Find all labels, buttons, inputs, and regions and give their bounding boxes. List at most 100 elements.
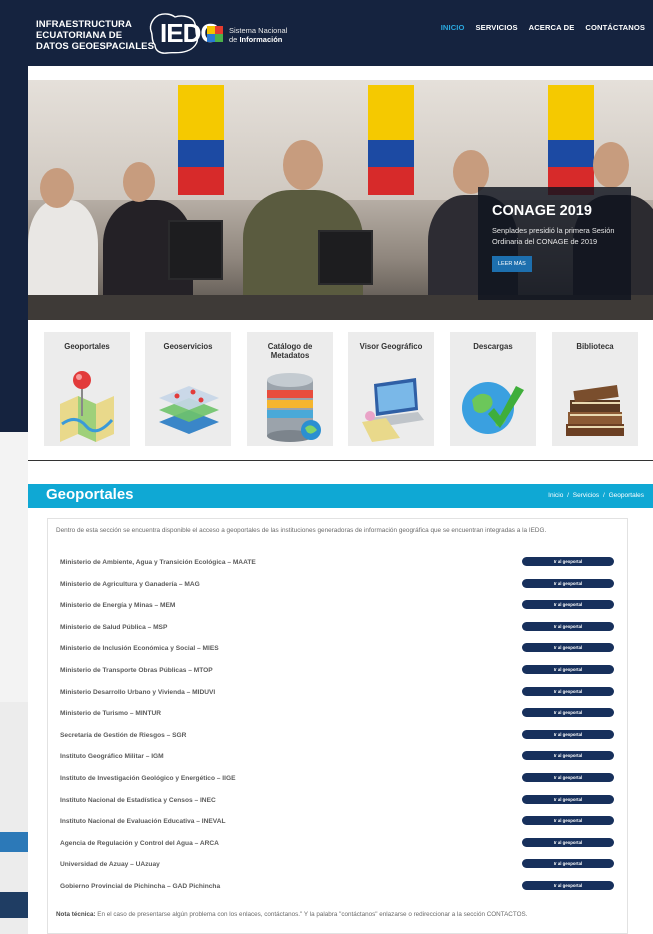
geoportales-panel: Dentro de esta sección se encuentra disp… <box>47 518 628 934</box>
breadcrumb: Inicio / Servicios / Geoportales <box>547 492 645 499</box>
go-to-geoportal-button[interactable]: Ir al geoportal <box>522 751 614 761</box>
breadcrumb-servicios[interactable]: Servicios <box>573 492 599 499</box>
go-to-geoportal-button[interactable]: Ir al geoportal <box>522 665 614 674</box>
logo-line: ECUATORIANA DE <box>36 30 123 41</box>
snl-cube-icon <box>207 26 223 42</box>
institution-name: Instituto Geográfico Militar – IGM <box>60 753 164 761</box>
institution-row: Secretaría de Gestión de Riesgos – SGR Ir… <box>60 729 616 742</box>
institution-name: Ministerio de Transporte Obras Públicas … <box>60 667 213 674</box>
institution-name: Agencia de Regulación y Control del Agua… <box>60 839 219 847</box>
tile-biblioteca[interactable]: Biblioteca <box>552 332 638 446</box>
institution-row: Ministerio de Agricultura y Ganadería – … <box>60 578 616 591</box>
go-to-geoportal-button[interactable]: Ir al geoportal <box>522 837 614 847</box>
go-to-geoportal-button[interactable]: Ir al geoportal <box>522 881 614 890</box>
tile-catalogo-metadatos[interactable]: Catálogo de Metadatos <box>247 332 333 446</box>
go-to-geoportal-button[interactable]: Ir al geoportal <box>522 859 614 869</box>
go-to-geoportal-button[interactable]: Ir al geoportal <box>522 729 614 739</box>
hero-caption: CONAGE 2019 Senplades presidió la primer… <box>478 187 631 300</box>
site-logo-text[interactable]: INFRAESTRUCTURA ECUATORIANA DE DATOS GEO… <box>36 19 154 52</box>
person-head <box>283 140 323 190</box>
institution-name: Universidad de Azuay – UAzuay <box>60 861 160 869</box>
institution-row: Ministerio de Turismo – MINTUR Ir al geop… <box>60 708 616 720</box>
hero-slider: CONAGE 2019 Senplades presidió la primer… <box>28 80 653 320</box>
institution-row: Instituto Nacional de Estadística y Cens… <box>60 794 616 807</box>
go-to-geoportal-button[interactable]: Ir al geoportal <box>522 621 614 631</box>
tile-visor-geografico[interactable]: Visor Geográfico <box>348 332 434 446</box>
tile-geoservicios[interactable]: Geoservicios <box>145 332 231 446</box>
database-icon <box>267 373 321 442</box>
background-edge <box>0 0 28 432</box>
tile-label: Descargas <box>473 342 513 351</box>
globe-download-icon <box>462 382 524 434</box>
map-pin-icon <box>60 371 114 442</box>
technical-note: Nota técnica: En el caso de presentarse … <box>56 911 616 919</box>
nav-item-servicios[interactable]: SERVICIOS <box>476 23 518 32</box>
institution-row: Ministerio de Inclusión Económica y Soci… <box>60 643 616 655</box>
go-to-geoportal-button[interactable]: Ir al geoportal <box>522 686 614 696</box>
institution-row: Gobierno Provincial de Pichincha – GAD P… <box>60 881 616 893</box>
tile-descargas[interactable]: Descargas <box>450 332 536 446</box>
hero-text: Senplades presidió la primera Sesión Ord… <box>492 226 615 246</box>
institution-name: Gobierno Provincial de Pichincha – GAD P… <box>60 883 221 890</box>
flag-image <box>178 85 224 195</box>
tile-label: Biblioteca <box>576 342 614 351</box>
person-head <box>593 142 629 188</box>
go-to-geoportal-button[interactable]: Ir al geoportal <box>522 600 614 610</box>
nav-item-contactanos[interactable]: CONTÁCTANOS <box>585 23 645 32</box>
page-title: Geoportales <box>46 486 134 503</box>
institution-row: Agencia de Regulación y Control del Agua… <box>60 837 616 850</box>
go-to-geoportal-button[interactable]: Ir al geoportal <box>522 816 614 826</box>
go-to-geoportal-button[interactable]: Ir al geoportal <box>522 557 614 566</box>
snl-line-prefix: de <box>229 34 240 44</box>
tile-label: Geoservicios <box>163 342 213 351</box>
breadcrumb-geoportales: Geoportales <box>608 492 644 499</box>
services-tiles: Geoportales Geoservicios Catálogo de Met… <box>28 320 653 461</box>
institution-row: Universidad de Azuay – UAzuay Ir al geopo… <box>60 859 616 871</box>
person-head <box>123 162 155 202</box>
breadcrumb-separator: / <box>602 492 605 499</box>
go-to-geoportal-button[interactable]: Ir al geoportal <box>522 773 614 782</box>
go-to-geoportal-button[interactable]: Ir al geoportal <box>522 578 614 588</box>
logo-line: INFRAESTRUCTURA <box>36 19 132 30</box>
note-text: En el caso de presentarse algún problema… <box>95 911 528 918</box>
institution-name: Secretaría de Gestión de Riesgos – SGR <box>60 731 187 739</box>
institution-name: Ministerio de Inclusión Económica y Soci… <box>60 645 219 653</box>
flag-image <box>548 85 594 195</box>
institution-row: Ministerio de Salud Pública – MSP Ir al g… <box>60 621 616 634</box>
go-to-geoportal-button[interactable]: Ir al geoportal <box>522 794 614 804</box>
nav-item-inicio[interactable]: INICIO <box>441 23 465 32</box>
nav-item-acerca-de[interactable]: ACERCA DE <box>529 23 575 32</box>
institution-name: Ministerio de Agricultura y Ganadería – … <box>60 580 200 588</box>
site-header: INFRAESTRUCTURA ECUATORIANA DE DATOS GEO… <box>28 0 653 66</box>
institution-name: Ministerio Desarrollo Urbano y Vivienda … <box>60 688 216 696</box>
hero-title: CONAGE 2019 <box>492 203 592 219</box>
institution-row: Ministerio de Transporte Obras Públicas … <box>60 665 616 677</box>
institution-name: Instituto de Investigación Geológico y E… <box>60 775 236 782</box>
logo-line: DATOS GEOESPACIALES <box>36 41 155 52</box>
snl-logo-text: Sistema Nacional de Información <box>229 26 287 44</box>
go-to-geoportal-button[interactable]: Ir al geoportal <box>522 643 614 653</box>
institution-row: Instituto Geográfico Militar – IGM Ir al … <box>60 751 616 763</box>
institution-name: Ministerio de Salud Pública – MSP <box>60 623 168 631</box>
go-to-geoportal-button[interactable]: Ir al geoportal <box>522 708 614 718</box>
breadcrumb-separator: / <box>567 492 569 499</box>
tile-label: Geoportales <box>64 342 110 351</box>
books-icon <box>566 384 624 436</box>
background-edge <box>0 432 28 702</box>
read-more-button[interactable]: LEER MÁS <box>492 256 532 272</box>
monitor-image <box>168 220 223 280</box>
layers-icon <box>159 386 219 434</box>
institution-row: Ministerio de Ambiente, Agua y Transició… <box>60 557 616 569</box>
tile-label: Catálogo de Metadatos <box>267 342 313 360</box>
intro-text: Dentro de esta sección se encuentra disp… <box>56 527 547 534</box>
tile-geoportales[interactable]: Geoportales <box>44 332 130 446</box>
institution-name: Instituto Nacional de Estadística y Cens… <box>60 796 216 804</box>
institution-name: Ministerio de Ambiente, Agua y Transició… <box>60 559 256 566</box>
breadcrumb-inicio[interactable]: Inicio <box>548 492 563 499</box>
monitor-image <box>318 230 373 285</box>
page-title-bar: Geoportales Inicio / Servicios / Geoport… <box>28 484 653 508</box>
snl-line-bold: Información <box>239 34 283 44</box>
institution-row: Instituto Nacional de Evaluación Educati… <box>60 816 616 828</box>
institution-row: Instituto de Investigación Geológico y E… <box>60 773 616 785</box>
flag-image <box>368 85 414 195</box>
